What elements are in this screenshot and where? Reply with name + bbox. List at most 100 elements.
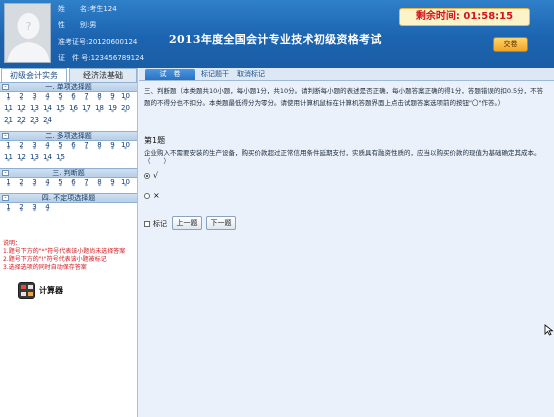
question-link[interactable]: 2 * — [15, 179, 28, 190]
question-link[interactable]: 16 * — [67, 105, 80, 116]
question-link[interactable]: 15 * — [54, 154, 67, 165]
question-link[interactable]: 18 * — [93, 105, 106, 116]
mark-question-link[interactable]: 标记题干 — [201, 69, 229, 80]
question-link[interactable]: 2 * — [15, 142, 28, 153]
unanswered-marker: * — [98, 183, 101, 190]
option-true[interactable]: √ — [144, 171, 158, 180]
tab-accounting-practice[interactable]: 初级会计实务 — [1, 68, 67, 82]
radio-false[interactable] — [144, 192, 150, 199]
question-link[interactable]: 1 * — [2, 93, 15, 104]
question-link[interactable]: 10 * — [119, 142, 132, 153]
section-header[interactable]: - 一. 单项选择题 — [0, 82, 137, 92]
question-link[interactable]: 23 * — [28, 117, 41, 128]
question-link[interactable]: 6 * — [67, 179, 80, 190]
question-link[interactable]: 24 * — [41, 117, 54, 128]
unmark-question-link[interactable]: 取消标记 — [237, 69, 265, 80]
question-link[interactable]: 14 * — [41, 105, 54, 116]
candidate-id-number: 证 件 号:123456789124 — [58, 54, 145, 62]
section-instructions: 三、判断题（本类题共10小题，每小题1分，共10分。请判断每小题的表述是否正确，… — [144, 87, 544, 107]
unanswered-marker: * — [46, 208, 49, 215]
collapse-icon[interactable]: - — [2, 133, 9, 139]
question-link[interactable]: 6 * — [67, 93, 80, 104]
option-false-label: × — [153, 191, 160, 200]
question-link[interactable]: 19 * — [106, 105, 119, 116]
question-link[interactable]: 5 * — [54, 179, 67, 190]
unanswered-marker: * — [111, 97, 114, 104]
question-link[interactable]: 21 * — [2, 117, 15, 128]
question-link[interactable]: 5 * — [54, 142, 67, 153]
collapse-icon[interactable]: - — [2, 170, 9, 176]
question-link[interactable]: 12 * — [15, 105, 28, 116]
question-link[interactable]: 2 * — [15, 204, 28, 215]
tab-paper[interactable]: 试 卷 — [145, 69, 195, 80]
question-link[interactable]: 2 * — [15, 93, 28, 104]
question-link[interactable]: 5 * — [54, 93, 67, 104]
question-link[interactable]: 10 * — [119, 93, 132, 104]
unanswered-marker: * — [85, 97, 88, 104]
question-link[interactable]: 14 * — [41, 154, 54, 165]
unanswered-marker: * — [33, 97, 36, 104]
collapse-icon[interactable]: - — [2, 195, 9, 201]
question-link[interactable]: 9 * — [106, 93, 119, 104]
question-link[interactable]: 13 * — [28, 154, 41, 165]
section-title: 二. 多项选择题 — [45, 132, 92, 140]
calculator-icon — [18, 282, 35, 299]
prev-question-button[interactable]: 上一题 — [172, 216, 202, 230]
radio-true[interactable] — [144, 172, 150, 179]
question-link[interactable]: 1 * — [2, 179, 15, 190]
section-header[interactable]: - 四. 不定项选择题 — [0, 193, 137, 203]
question-navigator: 初级会计实务 经济法基础 - 一. 单项选择题 1 * 2 * 3 * 4 * 5 * 6 * 7 * 8 * 9 *… — [0, 68, 138, 417]
question-link[interactable]: 4 * — [41, 142, 54, 153]
question-link[interactable]: 4 * — [41, 93, 54, 104]
question-link[interactable]: 8 * — [93, 142, 106, 153]
tab-economic-law[interactable]: 经济法基础 — [69, 68, 137, 82]
question-link[interactable]: 13 * — [28, 105, 41, 116]
question-link[interactable]: 9 * — [106, 179, 119, 190]
question-link[interactable]: 1 * — [2, 142, 15, 153]
question-link[interactable]: 7 * — [80, 179, 93, 190]
question-link[interactable]: 22 * — [15, 117, 28, 128]
question-link[interactable]: 11 * — [2, 154, 15, 165]
question-link[interactable]: 4 * — [41, 204, 54, 215]
question-link[interactable]: 9 * — [106, 142, 119, 153]
question-link[interactable]: 20 * — [119, 105, 132, 116]
unanswered-marker: * — [20, 146, 23, 153]
candidate-gender: 性别:男 — [58, 21, 97, 29]
option-false[interactable]: × — [144, 191, 160, 200]
question-link[interactable]: 15 * — [54, 105, 67, 116]
question-link[interactable]: 3 * — [28, 93, 41, 104]
next-question-button[interactable]: 下一题 — [206, 216, 236, 230]
unanswered-marker: * — [20, 208, 23, 215]
question-link[interactable]: 7 * — [80, 93, 93, 104]
question-link[interactable]: 8 * — [93, 93, 106, 104]
question-number-grid: 1 * 2 * 3 * 4 * 5 * 6 * 7 * 8 * 9 * 10 * — [0, 178, 137, 193]
unanswered-marker: * — [33, 146, 36, 153]
question-link[interactable]: 11 * — [2, 105, 15, 116]
submit-exam-button[interactable]: 交卷 — [493, 37, 528, 52]
section-header[interactable]: - 二. 多项选择题 — [0, 131, 137, 141]
question-link[interactable]: 1 * — [2, 204, 15, 215]
section-header[interactable]: - 三. 判断题 — [0, 168, 137, 178]
unanswered-marker: * — [59, 146, 62, 153]
section-title: 一. 单项选择题 — [45, 83, 92, 91]
checkbox-icon[interactable] — [144, 221, 150, 227]
question-link[interactable]: 3 * — [28, 179, 41, 190]
question-number-grid: 1 * 2 * 3 * 4 * — [0, 203, 137, 218]
question-link[interactable]: 4 * — [41, 179, 54, 190]
section-title: 四. 不定项选择题 — [41, 194, 96, 202]
note-line: 说明： — [3, 240, 22, 247]
question-link[interactable]: 6 * — [67, 142, 80, 153]
mark-checkbox[interactable]: 标记 — [144, 219, 167, 229]
question-link[interactable]: 8 * — [93, 179, 106, 190]
question-link[interactable]: 7 * — [80, 142, 93, 153]
question-link[interactable]: 3 * — [28, 204, 41, 215]
unanswered-marker: * — [72, 146, 75, 153]
question-link[interactable]: 10 * — [119, 179, 132, 190]
unanswered-marker: * — [46, 183, 49, 190]
collapse-icon[interactable]: - — [2, 84, 9, 90]
question-link[interactable]: 17 * — [80, 105, 93, 116]
question-sections: - 一. 单项选择题 1 * 2 * 3 * 4 * 5 * 6 * 7 * 8 * 9 * 10 * 11 * 12 * 13 * 1… — [0, 82, 137, 218]
question-link[interactable]: 3 * — [28, 142, 41, 153]
question-link[interactable]: 12 * — [15, 154, 28, 165]
unanswered-marker: * — [33, 183, 36, 190]
